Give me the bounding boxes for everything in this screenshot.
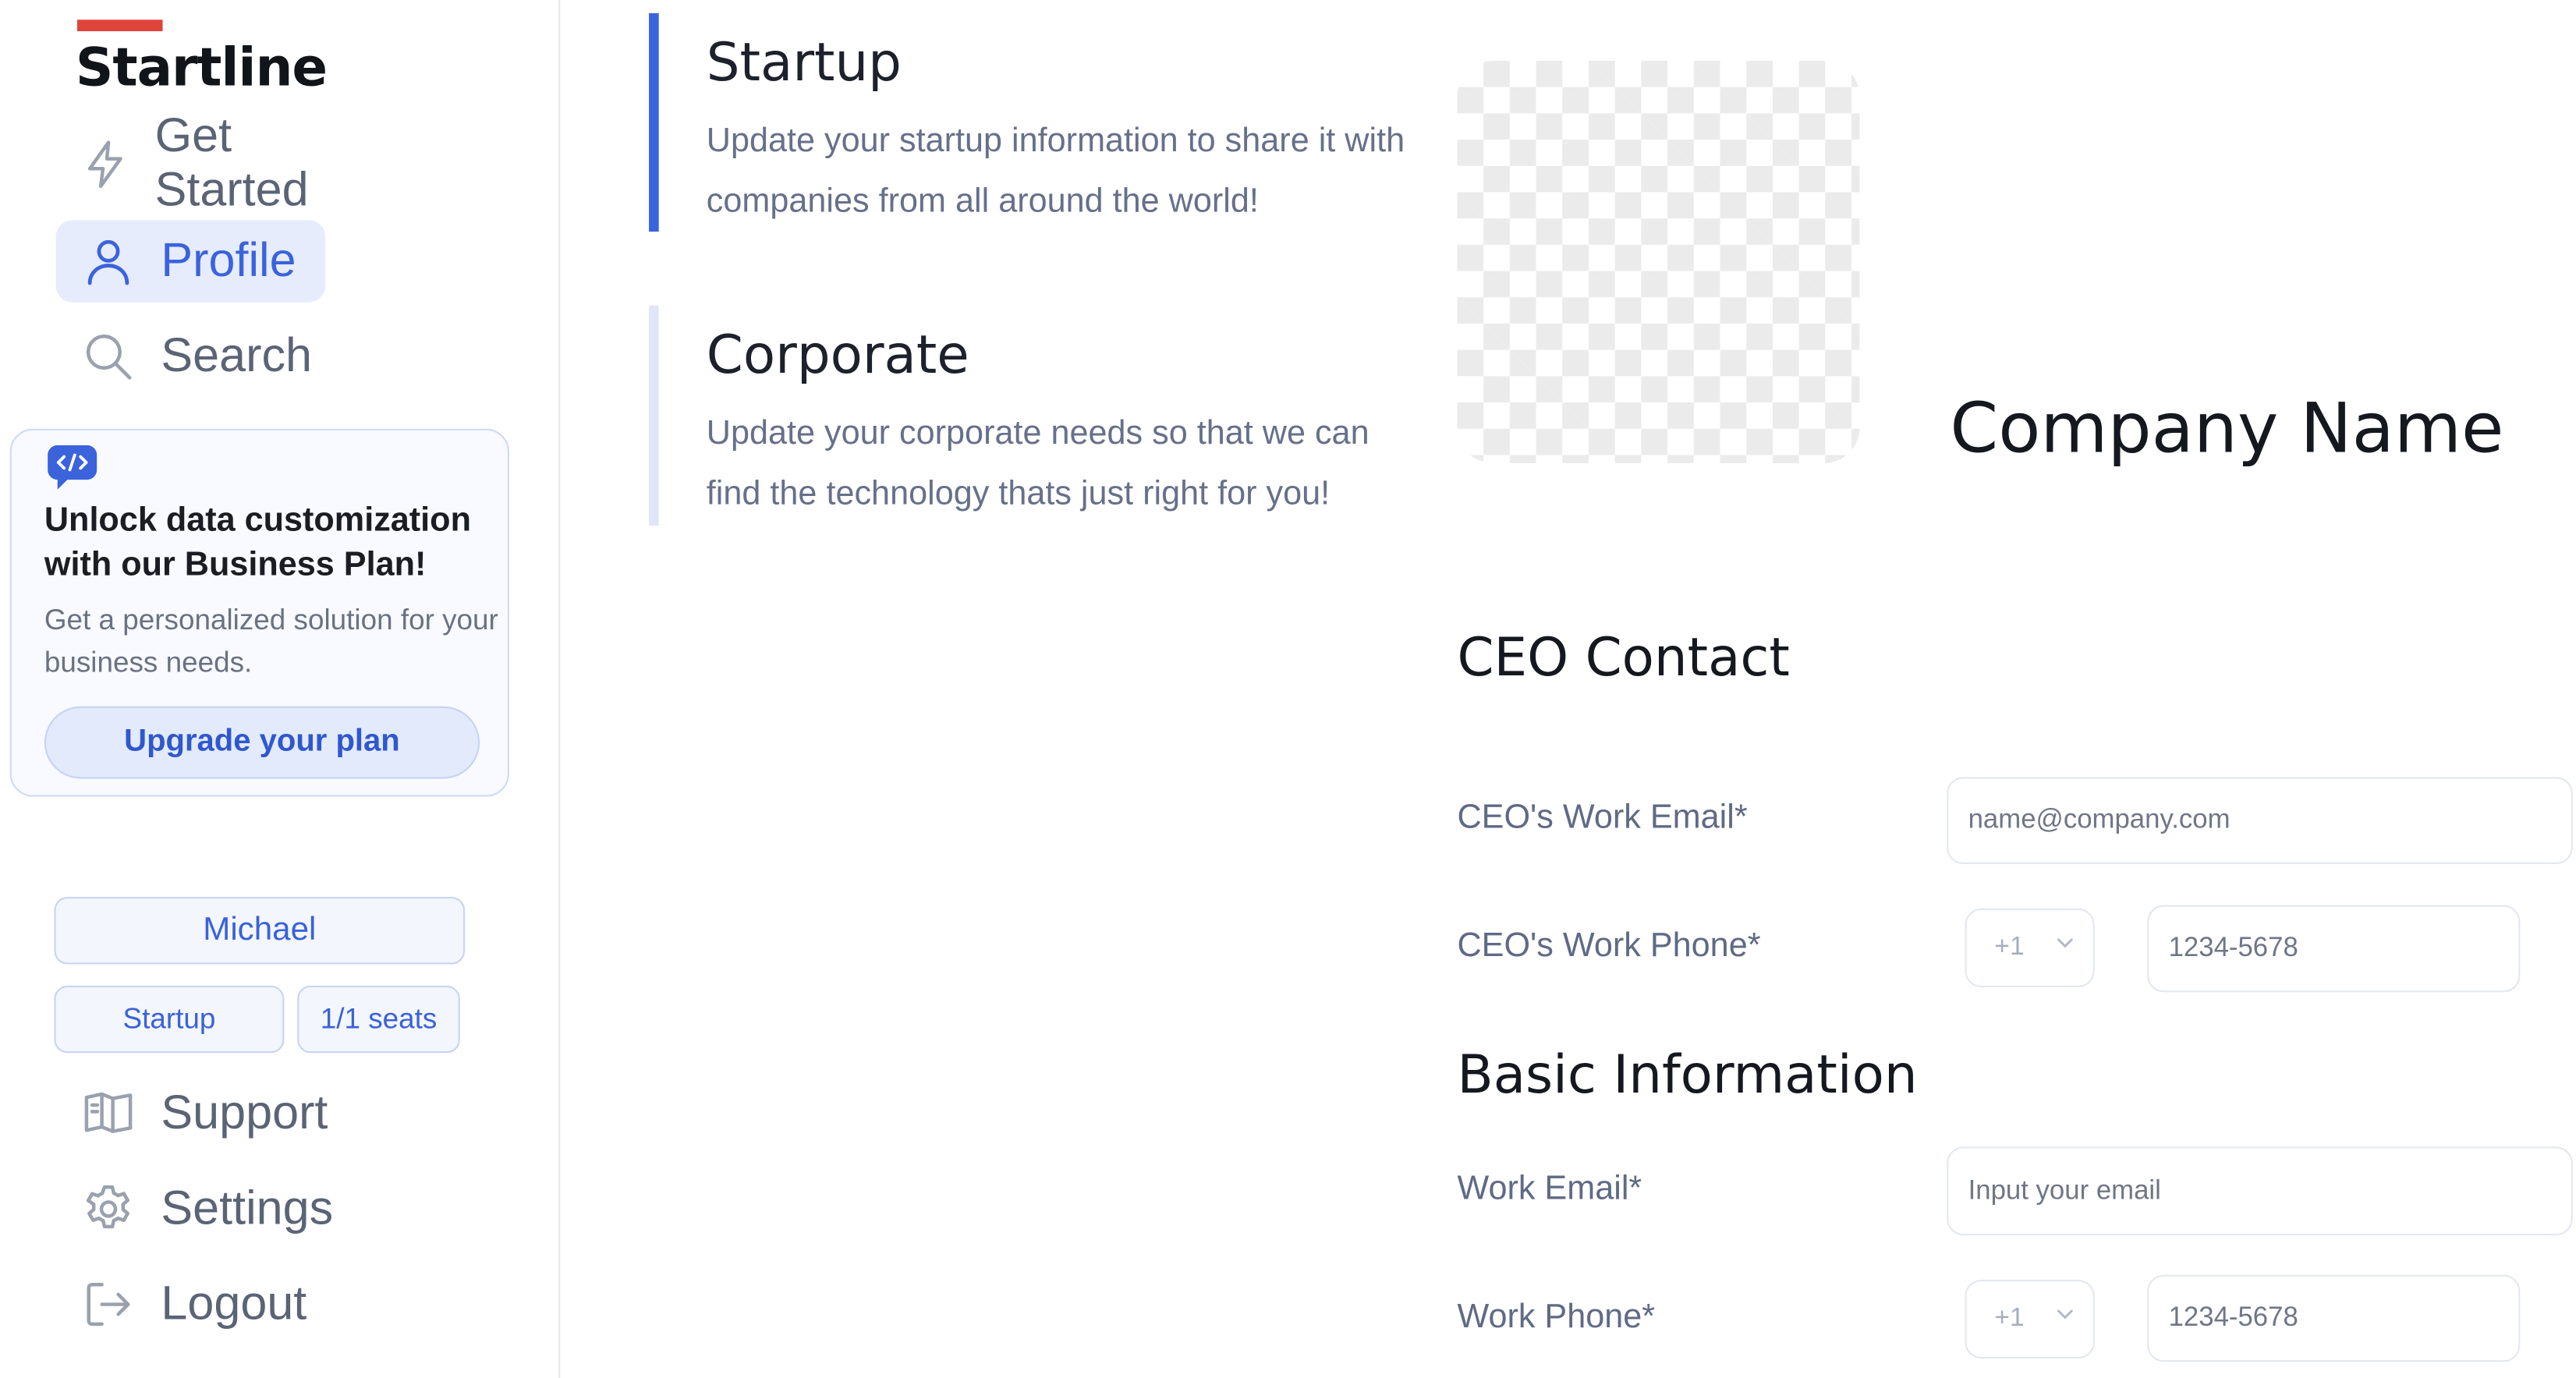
ceo-email-label: CEO's Work Email*	[1457, 798, 1748, 837]
upgrade-plan-button[interactable]: Upgrade your plan	[44, 706, 480, 779]
section-startup[interactable]: Startup Update your startup information …	[649, 12, 1405, 233]
search-icon	[56, 330, 161, 382]
ceo-phone-label[interactable]: CEO's Work Phone*	[1457, 926, 1760, 966]
nav-item-search[interactable]: Search	[56, 315, 384, 397]
nav-item-support[interactable]: Support	[56, 1073, 384, 1155]
promo-text: Get a personalized solution for your bus…	[44, 603, 498, 678]
gear-icon	[56, 1183, 161, 1235]
section-active-indicator	[649, 12, 659, 232]
section-description: Update your corporate needs so that we c…	[706, 413, 1369, 513]
section-description: Update your startup information to share…	[706, 121, 1405, 221]
nav-label: Get Started	[154, 110, 309, 218]
nav-item-profile[interactable]: Profile	[55, 220, 326, 303]
nav-item-get-started[interactable]: Get Started	[56, 110, 384, 217]
nav-item-settings[interactable]: Settings	[56, 1168, 384, 1250]
section-title: Startup	[706, 31, 902, 94]
work-country-code-select[interactable]: +1	[1965, 1279, 2095, 1359]
plan-badge[interactable]: Startup	[54, 985, 285, 1054]
country-code-value: +1	[1994, 933, 2025, 962]
nav-label: Search	[161, 329, 313, 382]
ceo-country-code-select[interactable]: +1	[1965, 908, 2095, 988]
work-email-input[interactable]: Input your email	[1947, 1146, 2573, 1236]
country-code-value: +1	[1994, 1304, 2025, 1333]
company-logo-upload[interactable]	[1457, 60, 1860, 464]
ceo-email-input[interactable]: name@company.com	[1947, 777, 2573, 865]
section-corporate[interactable]: Corporate Update your corporate needs so…	[649, 305, 1405, 526]
promo-title: Unlock data customization with our Busin…	[44, 501, 471, 583]
company-name: Company Name	[1950, 388, 2504, 469]
user-chip[interactable]: Michael	[54, 897, 466, 965]
logout-icon	[56, 1278, 161, 1330]
work-email-label: Work Email*	[1457, 1169, 1642, 1208]
logo-accent-bar	[77, 19, 163, 32]
ceo-phone-input[interactable]: 1234-5678	[2147, 905, 2521, 993]
user-icon	[56, 235, 161, 287]
chevron-down-icon	[2057, 1309, 2073, 1320]
nav-label: Logout	[161, 1277, 307, 1330]
nav-label: Settings	[161, 1181, 334, 1235]
chevron-down-icon	[2057, 938, 2073, 948]
nav-label: Profile	[161, 234, 296, 287]
code-chat-icon	[48, 445, 97, 490]
nav-item-logout[interactable]: Logout	[56, 1263, 384, 1345]
nav-label: Support	[161, 1086, 328, 1139]
upgrade-promo-card: Unlock data customization with our Busin…	[9, 428, 510, 797]
basic-info-heading: Basic Information	[1457, 1043, 1918, 1106]
work-phone-label: Work Phone*	[1457, 1298, 1656, 1336]
section-indicator	[649, 305, 659, 526]
brand-logo[interactable]: Startline	[76, 36, 328, 98]
seats-badge[interactable]: 1/1 seats	[297, 985, 460, 1054]
lightning-icon	[56, 138, 155, 190]
ceo-contact-heading: CEO Contact	[1457, 625, 1790, 689]
section-title: Corporate	[706, 323, 969, 387]
work-phone-input[interactable]: 1234-5678	[2147, 1274, 2521, 1362]
book-icon	[56, 1088, 161, 1140]
